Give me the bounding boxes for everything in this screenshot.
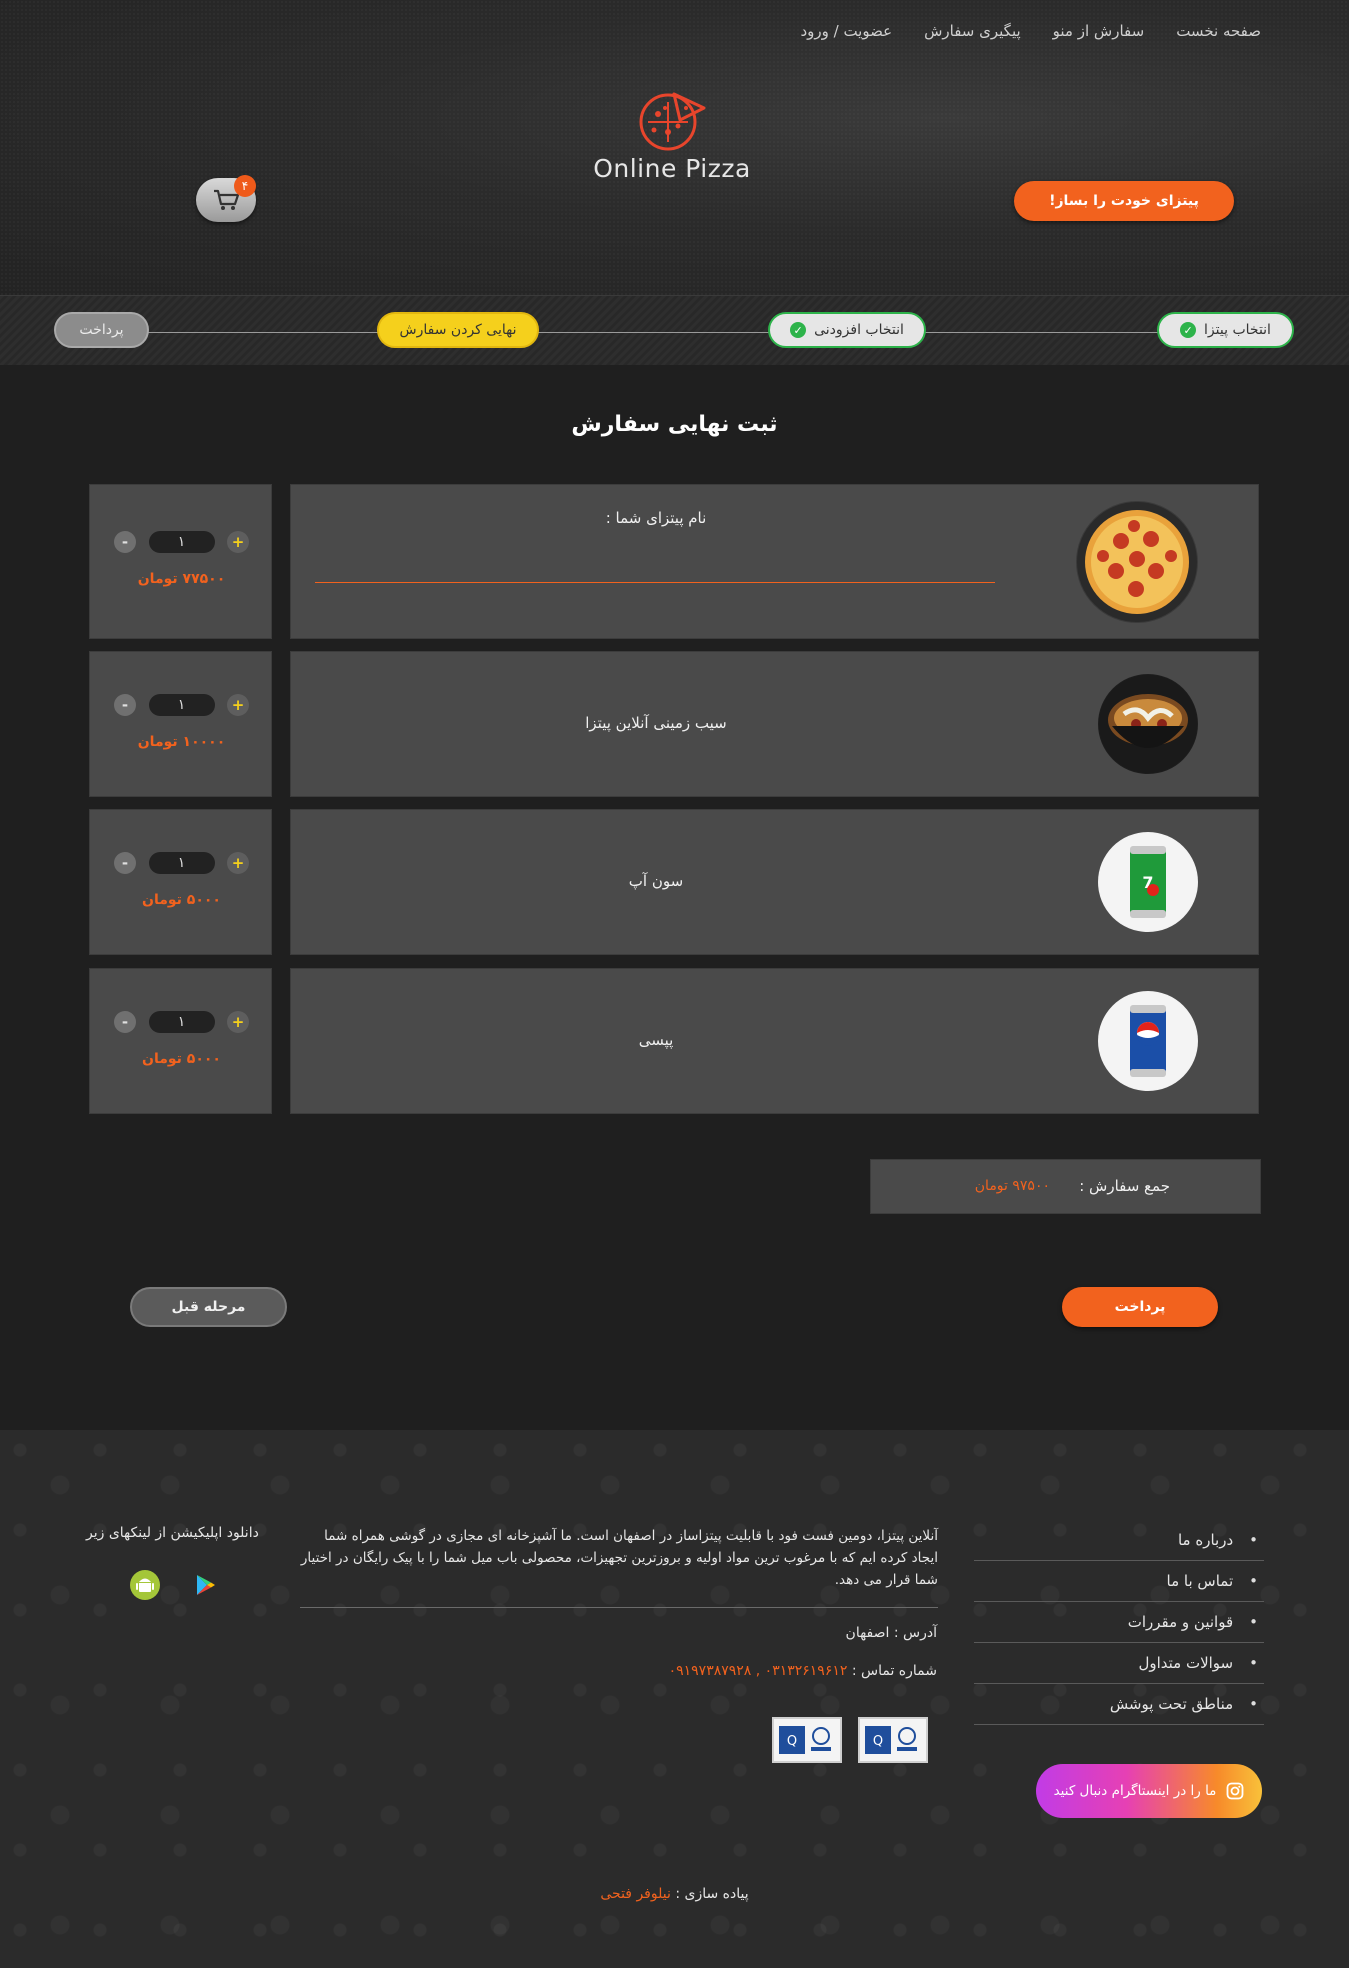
footer-links: درباره ما تماس با ما قوانین و مقررات سوا…: [974, 1520, 1264, 1725]
increase-button[interactable]: +: [227, 852, 249, 874]
about-text: آنلاین پیتزا، دومین فست فود با قابلیت پی…: [300, 1528, 938, 1588]
instagram-label: ما را در اینستاگرام دنبال کنید: [1053, 1783, 1217, 1799]
item-name: سیب زمینی آنلاین پیتزا: [585, 714, 727, 732]
svg-text:Q: Q: [873, 1734, 883, 1749]
step-payment[interactable]: پرداخت: [54, 312, 149, 348]
steps-connector: [100, 332, 1249, 333]
7up-image: 7: [1098, 832, 1198, 932]
quantity-stepper: - ۱ +: [114, 530, 249, 554]
fries-bowl-icon: [1099, 675, 1197, 773]
android-app-link[interactable]: [130, 1570, 160, 1600]
item-price: ۱۰۰۰۰ تومان: [137, 734, 226, 750]
quantity-value[interactable]: ۱: [148, 531, 215, 553]
qty-card-fries: - ۱ + ۱۰۰۰۰ تومان: [89, 651, 272, 797]
credit-label: پیاده سازی :: [675, 1886, 749, 1902]
footer-link-about[interactable]: درباره ما: [974, 1520, 1264, 1561]
build-pizza-button[interactable]: پیتزای خودت را بساز!: [1014, 181, 1234, 221]
address-text: آدرس : اصفهان: [845, 1625, 937, 1641]
credit-name[interactable]: نیلوفر فتحی: [600, 1886, 670, 1902]
quantity-value[interactable]: ۱: [148, 852, 215, 874]
soda-can-icon: [1099, 992, 1197, 1090]
check-icon: ✓: [790, 322, 807, 338]
nav-track-order[interactable]: پیگیری سفارش: [908, 22, 1037, 40]
decrease-button[interactable]: -: [114, 531, 136, 553]
quantity-value[interactable]: ۱: [148, 1011, 215, 1033]
pizza-image: [1076, 501, 1198, 623]
increase-button[interactable]: +: [227, 694, 249, 716]
page-title: ثبت نهایی سفارش: [571, 412, 778, 437]
trust-badge[interactable]: Q: [858, 1717, 928, 1763]
order-item-fries: سیب زمینی آنلاین پیتزا: [290, 651, 1259, 797]
footer-divider: [300, 1607, 938, 1608]
footer-link-contact[interactable]: تماس با ما: [974, 1561, 1264, 1602]
instagram-icon: [1227, 1782, 1244, 1800]
step-finalize-order[interactable]: نهایی کردن سفارش: [377, 312, 539, 348]
pizza-name-label: نام پیتزای شما :: [605, 509, 707, 527]
total-value: ۹۷۵۰۰ تومان: [974, 1178, 1050, 1194]
decrease-button[interactable]: -: [114, 1011, 136, 1033]
pepsi-image: [1098, 991, 1198, 1091]
top-nav: صفحه نخست سفارش از منو پیگیری سفارش عضوی…: [784, 22, 1277, 40]
quantity-stepper: - ۱ +: [114, 1010, 249, 1034]
order-steps: انتخاب پیتزا ✓ انتخاب افزودنی ✓ نهایی کر…: [0, 295, 1349, 365]
site-header: صفحه نخست سفارش از منو پیگیری سفارش عضوی…: [0, 0, 1349, 295]
item-price: ۷۷۵۰۰ تومان: [137, 571, 226, 587]
app-download-title: دانلود اپلیکیشن از لینکهای زیر: [86, 1525, 259, 1541]
google-play-icon: [197, 1575, 215, 1595]
footer-link-faq[interactable]: سوالات متداول: [974, 1643, 1264, 1684]
footer-link-rules[interactable]: قوانین و مقررات: [974, 1602, 1264, 1643]
svg-text:Q: Q: [787, 1734, 797, 1749]
nav-home[interactable]: صفحه نخست: [1160, 22, 1277, 40]
pizza-icon: [1077, 502, 1197, 622]
order-item-pizza: نام پیتزای شما :: [290, 484, 1259, 639]
quantity-stepper: - ۱ +: [114, 851, 249, 875]
decrease-button[interactable]: -: [114, 694, 136, 716]
quantity-stepper: - ۱ +: [114, 693, 249, 717]
increase-button[interactable]: +: [227, 1011, 249, 1033]
decrease-button[interactable]: -: [114, 852, 136, 874]
item-price: ۵۰۰۰ تومان: [142, 1051, 221, 1067]
qty-card-pizza: - ۱ + ۷۷۵۰۰ تومان: [89, 484, 272, 639]
nav-order-menu[interactable]: سفارش از منو: [1037, 22, 1161, 40]
order-total: جمع سفارش : ۹۷۵۰۰ تومان: [870, 1159, 1261, 1214]
footer-link-coverage[interactable]: مناطق تحت پوشش: [974, 1684, 1264, 1725]
phone-label: شماره تماس :: [851, 1663, 937, 1679]
trust-seal-icon: Q: [779, 1726, 831, 1754]
phone-numbers[interactable]: ۰۳۱۳۲۶۱۹۶۱۲ , ۰۹۱۹۷۳۸۷۹۲۸: [669, 1663, 848, 1679]
credit-line: پیاده سازی : نیلوفر فتحی: [0, 1886, 1349, 1902]
step-label: پرداخت: [79, 322, 124, 338]
fries-image: [1098, 674, 1198, 774]
pizza-logo-icon: [639, 92, 706, 151]
step-choose-extras[interactable]: انتخاب افزودنی ✓: [768, 312, 926, 348]
qty-card-pepsi: - ۱ + ۵۰۰۰ تومان: [89, 968, 272, 1114]
order-item-pepsi: پپسی: [290, 968, 1259, 1114]
step-label: انتخاب پیتزا: [1204, 322, 1271, 338]
soda-can-icon: 7: [1099, 833, 1197, 931]
qty-card-7up: - ۱ + ۵۰۰۰ تومان: [89, 809, 272, 955]
trust-seal-icon: Q: [865, 1726, 917, 1754]
cart-count-badge: ۴: [234, 175, 256, 197]
previous-step-button[interactable]: مرحله قبل: [130, 1287, 287, 1327]
android-icon: [130, 1570, 160, 1600]
trust-badge[interactable]: Q: [772, 1717, 842, 1763]
item-name: سون آپ: [628, 872, 684, 890]
quantity-value[interactable]: ۱: [148, 694, 215, 716]
step-choose-pizza[interactable]: انتخاب پیتزا ✓: [1157, 312, 1294, 348]
instagram-follow-button[interactable]: ما را در اینستاگرام دنبال کنید: [1036, 1764, 1262, 1818]
order-item-7up: 7 سون آپ: [290, 809, 1259, 955]
increase-button[interactable]: +: [227, 531, 249, 553]
pay-button[interactable]: پرداخت: [1062, 1287, 1218, 1327]
google-play-link[interactable]: [193, 1573, 217, 1597]
step-label: نهایی کردن سفارش: [399, 322, 517, 338]
site-logo[interactable]: Online Pizza: [592, 86, 752, 183]
item-price: ۵۰۰۰ تومان: [142, 892, 221, 908]
step-label: انتخاب افزودنی: [814, 322, 904, 338]
check-icon: ✓: [1180, 322, 1197, 338]
nav-account[interactable]: عضویت / ورود: [784, 22, 908, 40]
total-label: جمع سفارش :: [1079, 1177, 1170, 1195]
pizza-name-input[interactable]: [315, 582, 995, 583]
contact-phones: شماره تماس : ۰۳۱۳۲۶۱۹۶۱۲ , ۰۹۱۹۷۳۸۷۹۲۸: [669, 1663, 937, 1679]
logo-text: Online Pizza: [593, 154, 751, 183]
item-name: پپسی: [638, 1031, 674, 1049]
